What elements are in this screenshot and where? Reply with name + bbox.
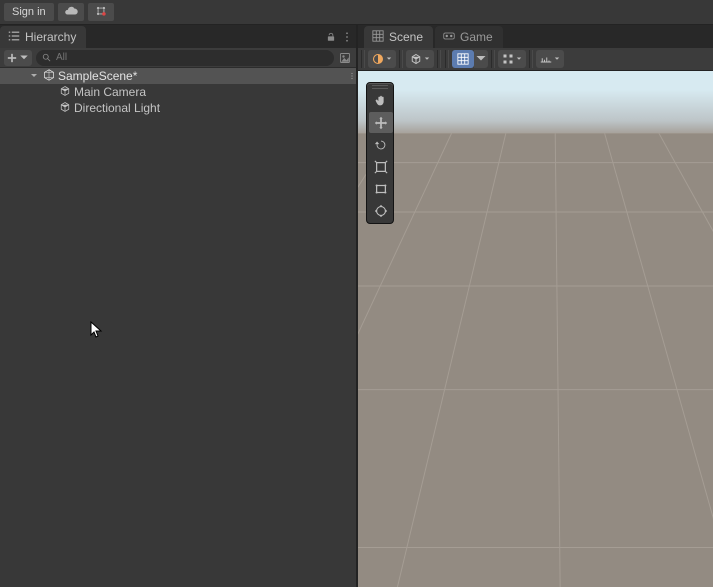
viewport-ground bbox=[358, 133, 713, 587]
chevron-down-icon bbox=[475, 53, 487, 65]
increment-snap-dropdown[interactable] bbox=[536, 50, 564, 68]
chevron-down-icon bbox=[424, 56, 430, 62]
tab-hierarchy[interactable]: Hierarchy bbox=[0, 26, 86, 48]
scene-toolbar bbox=[358, 48, 713, 71]
unity-logo-icon bbox=[43, 69, 55, 84]
scene-context-button[interactable] bbox=[351, 68, 353, 84]
hierarchy-list-icon bbox=[8, 30, 20, 45]
scene-row[interactable]: SampleScene* bbox=[0, 68, 356, 84]
chevron-down-icon bbox=[516, 56, 522, 62]
vr-headset-icon bbox=[443, 30, 455, 45]
hierarchy-toolbar bbox=[0, 48, 356, 68]
toolbar-drag-handle[interactable] bbox=[369, 85, 391, 89]
gameobject-cube-icon bbox=[59, 85, 71, 100]
hierarchy-tabbar: Hierarchy bbox=[0, 25, 356, 48]
plus-icon bbox=[7, 53, 17, 63]
snap-dropdown[interactable] bbox=[498, 50, 526, 68]
cloud-icon bbox=[64, 4, 78, 21]
scale-tool-button[interactable] bbox=[369, 156, 393, 177]
create-button[interactable] bbox=[4, 50, 32, 66]
signin-button[interactable]: Sign in bbox=[4, 3, 54, 21]
cloud-button[interactable] bbox=[58, 3, 84, 21]
rotate-icon bbox=[374, 138, 388, 152]
rotate-tool-button[interactable] bbox=[369, 134, 393, 155]
gameobject-row[interactable]: Main Camera bbox=[0, 84, 356, 100]
hierarchy-tab-label: Hierarchy bbox=[25, 30, 76, 44]
hierarchy-tree[interactable]: SampleScene* Main Camera Directional Lig… bbox=[0, 68, 356, 587]
scene-grid-icon bbox=[372, 30, 384, 45]
hand-tool-button[interactable] bbox=[369, 90, 393, 111]
transform-tool-button[interactable] bbox=[369, 200, 393, 221]
search-by-type-button[interactable] bbox=[338, 51, 352, 65]
hand-icon bbox=[374, 94, 388, 108]
services-icon bbox=[94, 4, 108, 21]
gameobject-row[interactable]: Directional Light bbox=[0, 100, 356, 116]
chevron-down-icon bbox=[19, 53, 29, 63]
sceneview-tabbar: Scene Game bbox=[358, 25, 713, 48]
tab-scene[interactable]: Scene bbox=[364, 26, 433, 48]
game-tab-label: Game bbox=[460, 30, 493, 44]
search-input[interactable] bbox=[56, 52, 328, 63]
panel-lock-icon[interactable] bbox=[326, 31, 336, 45]
grid-dropdown[interactable] bbox=[474, 50, 488, 68]
render-mode-dropdown[interactable] bbox=[406, 50, 434, 68]
move-icon bbox=[374, 116, 388, 130]
chevron-down-icon bbox=[386, 56, 392, 62]
transform-icon bbox=[374, 204, 388, 218]
manipulation-toolbar[interactable] bbox=[366, 82, 394, 224]
foldout-icon[interactable] bbox=[28, 70, 40, 82]
search-icon bbox=[42, 53, 52, 63]
panel-menu-icon[interactable] bbox=[342, 31, 352, 45]
hierarchy-panel: Hierarchy bbox=[0, 25, 358, 587]
gameobject-label: Directional Light bbox=[74, 101, 160, 115]
viewport-sky bbox=[358, 71, 713, 133]
draw-mode-dropdown[interactable] bbox=[368, 50, 396, 68]
move-tool-button[interactable] bbox=[369, 112, 393, 133]
grid-toggle[interactable] bbox=[452, 50, 474, 68]
hierarchy-search[interactable] bbox=[36, 50, 334, 66]
services-button[interactable] bbox=[88, 3, 114, 21]
scene-viewport[interactable] bbox=[358, 71, 713, 587]
rect-tool-button[interactable] bbox=[369, 178, 393, 199]
gameobject-label: Main Camera bbox=[74, 85, 146, 99]
rect-icon bbox=[374, 182, 388, 196]
tab-game[interactable]: Game bbox=[435, 26, 503, 48]
top-toolbar: Sign in bbox=[0, 0, 713, 25]
chevron-down-icon bbox=[554, 56, 560, 62]
scene-tab-label: Scene bbox=[389, 30, 423, 44]
scene-label: SampleScene* bbox=[58, 69, 137, 83]
gameobject-cube-icon bbox=[59, 101, 71, 116]
scale-icon bbox=[374, 160, 388, 174]
sceneview-panel: Scene Game bbox=[358, 25, 713, 587]
